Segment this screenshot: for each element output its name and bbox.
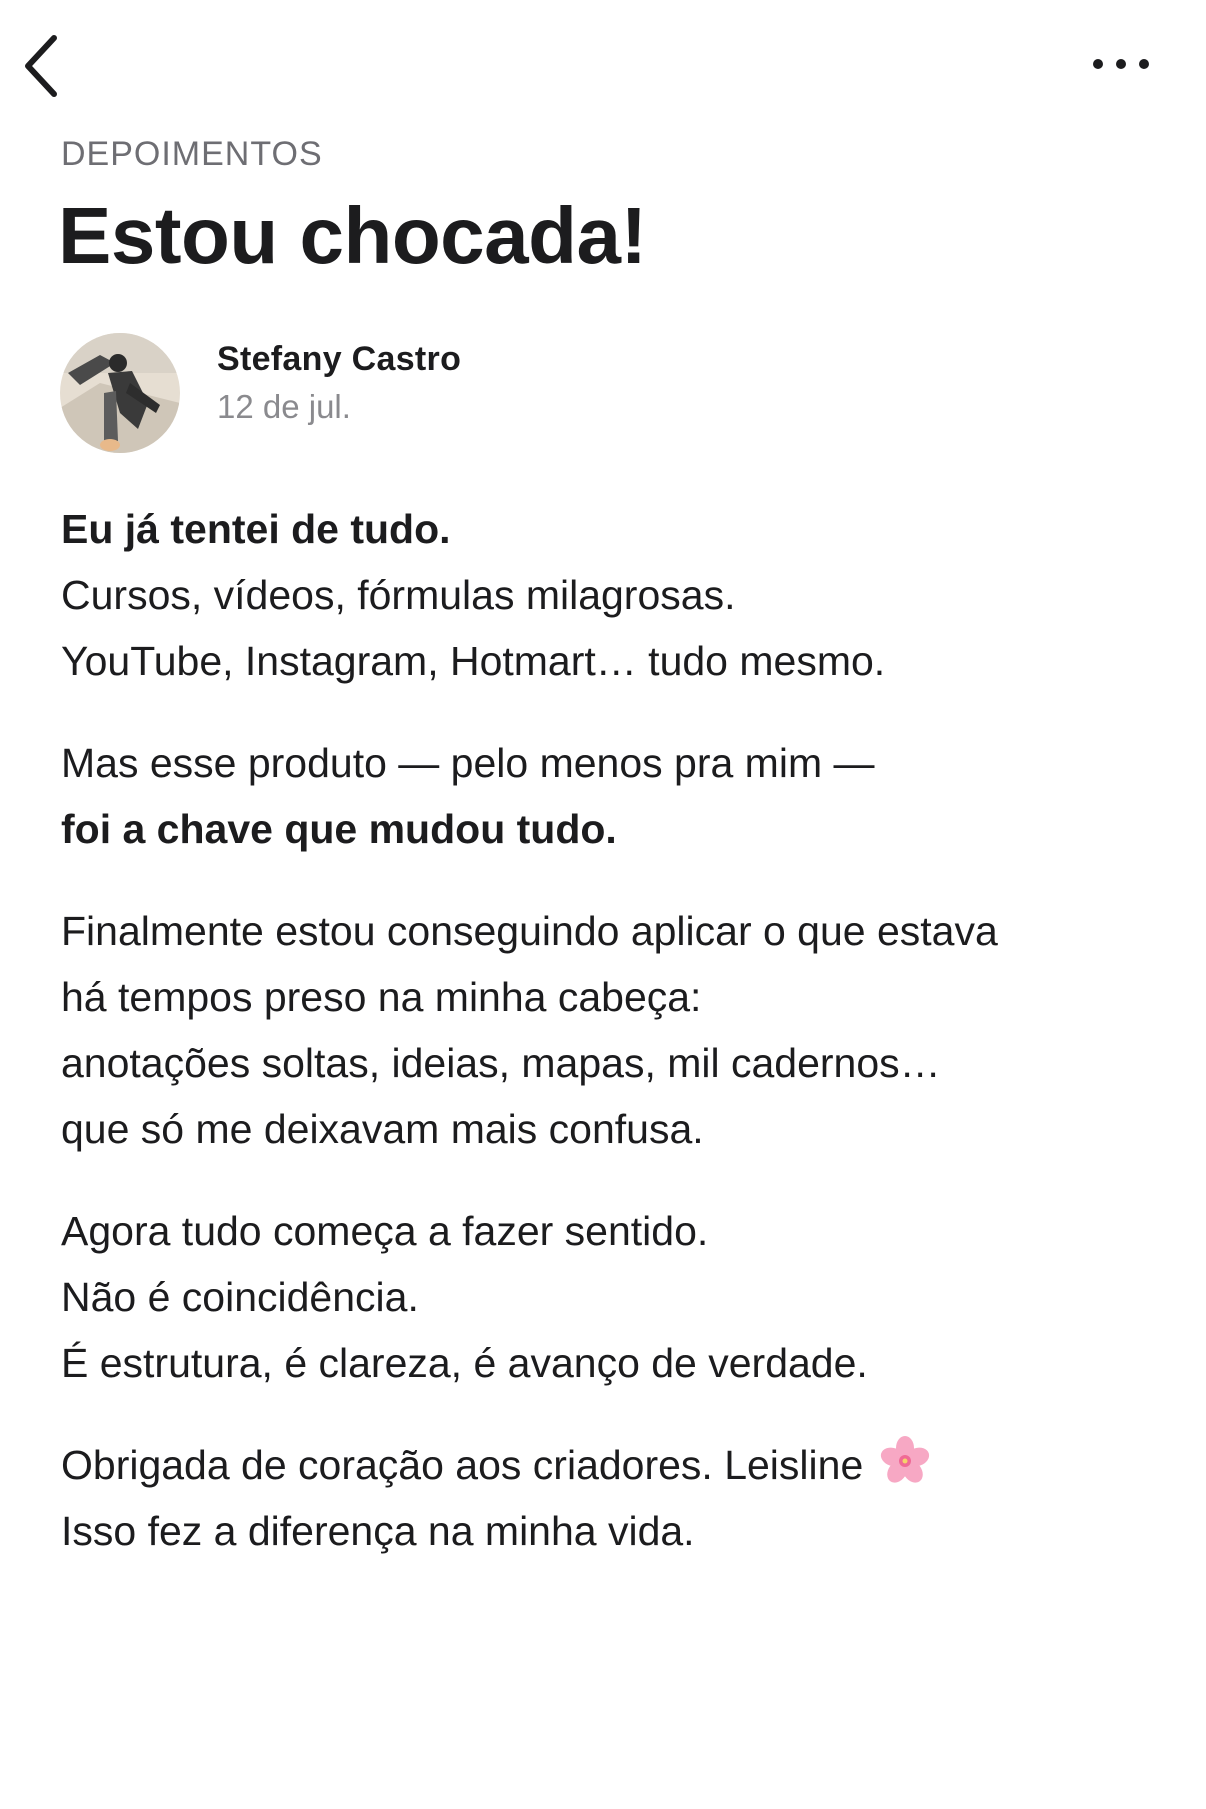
post-date: 12 de jul.: [217, 388, 351, 425]
body-line: Finalmente estou conseguindo aplicar o q…: [61, 908, 998, 954]
body-line: Cursos, vídeos, fórmulas milagrosas.: [61, 572, 736, 618]
chevron-left-icon: [25, 35, 57, 97]
paragraph: Eu já tentei de tudo. Cursos, vídeos, fó…: [61, 496, 1151, 694]
paragraph: Finalmente estou conseguindo aplicar o q…: [61, 898, 1151, 1162]
body-line: há tempos preso na minha cabeça:: [61, 974, 702, 1020]
ellipsis-horizontal-icon: [1093, 59, 1149, 69]
post-title: Estou chocada!: [58, 191, 647, 280]
navigation-bar: [0, 0, 1206, 130]
body-line: Não é coincidência.: [61, 1274, 419, 1320]
more-options-button[interactable]: [1086, 42, 1156, 86]
body-line: Isso fez a diferença na minha vida.: [61, 1508, 695, 1554]
body-line: Eu já tentei de tudo.: [61, 506, 451, 552]
body-line: É estrutura, é clareza, é avanço de verd…: [61, 1340, 868, 1386]
post-body: Eu já tentei de tudo. Cursos, vídeos, fó…: [61, 496, 1151, 1600]
post-category: DEPOIMENTOS: [61, 135, 323, 173]
body-line-text: Obrigada de coração aos criadores. Leisl…: [61, 1442, 864, 1488]
body-line: YouTube, Instagram, Hotmart… tudo mesmo.: [61, 638, 886, 684]
body-line: que só me deixavam mais confusa.: [61, 1106, 704, 1152]
body-line: Mas esse produto — pelo menos pra mim —: [61, 740, 875, 786]
paragraph: Obrigada de coração aos criadores. Leisl…: [61, 1432, 1151, 1564]
paragraph: Mas esse produto — pelo menos pra mim — …: [61, 730, 1151, 862]
body-line: foi a chave que mudou tudo.: [61, 806, 617, 852]
avatar-image: [60, 333, 180, 453]
author-block: Stefany Castro 12 de jul.: [60, 333, 860, 457]
paragraph: Agora tudo começa a fazer sentido. Não é…: [61, 1198, 1151, 1396]
back-button[interactable]: [18, 28, 78, 104]
cherry-blossom-icon: [881, 1436, 930, 1483]
body-line: anotações soltas, ideias, mapas, mil cad…: [61, 1040, 941, 1086]
author-name[interactable]: Stefany Castro: [217, 337, 461, 381]
body-line: Agora tudo começa a fazer sentido.: [61, 1208, 709, 1254]
body-line-with-emoji: Obrigada de coração aos criadores. Leisl…: [61, 1432, 1151, 1498]
avatar[interactable]: [60, 333, 180, 453]
